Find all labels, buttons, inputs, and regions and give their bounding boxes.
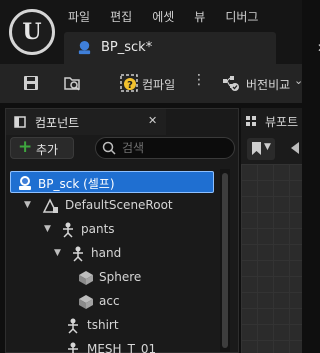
save-icon[interactable] [22,74,40,92]
more-options-icon[interactable]: ⋮ [192,72,206,88]
components-tab[interactable]: 컴포넌트 ✕ [6,109,166,135]
menu-item-asset[interactable]: 에셋 [152,8,174,25]
document-tab[interactable]: BP_sck* ✕ [64,32,320,64]
viewport-canvas[interactable] [241,164,302,353]
skeleton-icon [73,246,83,262]
menu-item-debug[interactable]: 디버그 [225,8,258,25]
viewport-tab[interactable]: 뷰포트 [241,108,302,134]
expand-arrow-icon[interactable]: ▼ [44,224,51,234]
svg-text:?: ? [127,80,133,91]
blueprint-icon [78,40,91,55]
tree-item-pants[interactable]: ▼ pants [10,219,214,241]
compile-icon[interactable]: ? [120,74,138,92]
tree-item-acc[interactable]: acc [10,291,214,313]
bookmark-icon [252,142,261,155]
title-bar: U 파일 편집 에셋 뷰 디버그 BP_sck* ✕ [0,0,320,64]
viewport-icon [246,116,256,126]
viewport-toolbar: ▼ [241,134,302,164]
tree-item-label: DefaultSceneRoot [65,198,173,212]
components-panel-title: 컴포넌트 [35,116,80,130]
tree-item-defaultsceneroot[interactable]: ▼ DefaultSceneRoot [10,195,214,217]
menu-item-edit[interactable]: 편집 [110,8,132,25]
tree-item-label: pants [81,222,115,236]
tree-item-label: BP_sck (셀프) [38,177,115,191]
bookmark-dropdown[interactable]: ▼ [247,138,275,160]
components-icon [14,116,26,128]
add-button-label: 추가 [36,143,59,157]
components-toolbar: + 추가 [6,135,238,169]
viewport-panel: 뷰포트 ▼ [241,108,302,353]
cube-icon [79,271,93,285]
components-panel: 컴포넌트 ✕ + 추가 BP_sck (셀프) ▼ [5,108,239,353]
tree-item-tshirt[interactable]: tshirt [10,315,214,337]
tree-item-hand[interactable]: ▼ hand [10,243,214,265]
menu-item-view[interactable]: 뷰 [194,8,205,25]
cube-icon [79,295,93,309]
plus-icon: + [18,137,33,157]
expand-arrow-icon[interactable]: ▼ [54,248,61,258]
tree-item-label: tshirt [87,318,119,332]
diff-button[interactable]: 버전비교 [246,76,290,93]
scrollbar-thumb[interactable] [222,173,228,348]
browse-icon[interactable] [63,74,81,92]
tree-item-sphere[interactable]: Sphere [10,267,214,289]
tree-scrollbar[interactable] [220,169,230,352]
close-icon[interactable]: ✕ [148,114,157,127]
document-tab-title: BP_sck* [101,40,153,55]
menu-item-file[interactable]: 파일 [68,8,90,25]
compile-button[interactable]: 컴파일 [142,76,175,93]
viewport-panel-title: 뷰포트 [265,115,299,129]
skeleton-icon [68,318,78,334]
search-box[interactable] [95,137,235,159]
component-tree: BP_sck (셀프) ▼ DefaultSceneRoot ▼ pants ▼… [6,169,216,353]
diff-icon[interactable] [222,74,240,92]
chevron-down-icon[interactable]: ⌄ [294,74,303,87]
skeleton-icon [63,222,73,238]
main-menu: 파일 편집 에셋 뷰 디버그 [68,8,278,25]
unreal-logo-icon[interactable]: U [9,9,55,55]
blueprint-icon [19,176,31,190]
add-component-button[interactable]: + 추가 [10,137,74,159]
toolbar: ? 컴파일 ⋮ 버전비교 ⌄ [0,64,303,104]
scene-root-icon [42,198,58,213]
tree-item-label: Sphere [99,270,142,284]
tree-item-mesh-t-01[interactable]: MESH_T_01 [10,339,214,353]
tree-item-self[interactable]: BP_sck (셀프) [10,171,214,193]
tree-item-label: MESH_T_01 [87,342,157,353]
skeleton-icon [68,342,78,353]
search-icon [102,141,116,155]
chevron-down-icon: ▼ [264,142,271,152]
collapse-arrow-icon[interactable] [291,142,299,154]
tree-item-label: hand [91,246,122,260]
expand-arrow-icon[interactable]: ▼ [24,200,31,210]
search-input[interactable] [122,140,230,156]
tree-item-label: acc [99,294,120,308]
